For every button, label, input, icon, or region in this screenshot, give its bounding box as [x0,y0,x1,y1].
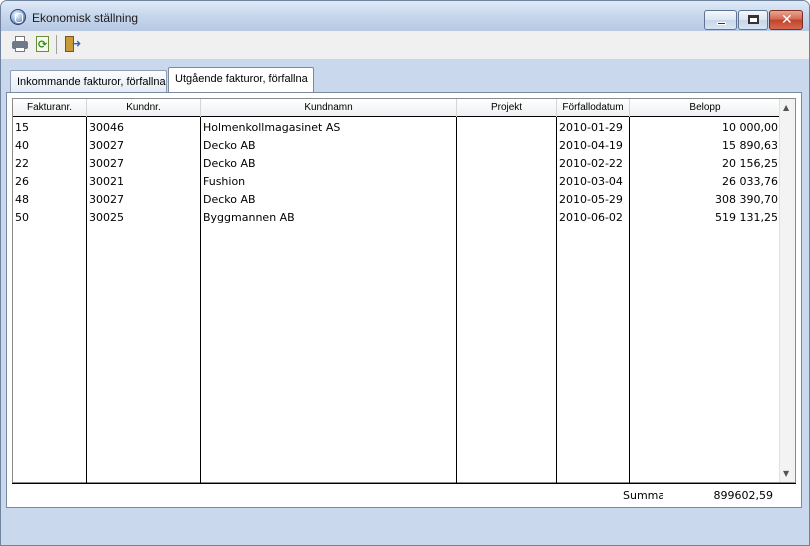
cell-forfallodatum: 2010-02-22 [559,157,623,170]
cell-fakturanr: 50 [15,211,29,224]
table-row[interactable]: 26 30021 Fushion 2010-03-04 26 033,76 [13,173,780,191]
tab-incoming-invoices[interactable]: Inkommande fakturor, förfallna [10,70,167,92]
tab-panel: Fakturanr. Kundnr. Kundnamn Projekt Förf… [6,92,802,508]
cell-projekt [459,173,555,191]
cell-kundnamn: Holmenkollmagasinet AS [203,121,341,134]
table-row[interactable]: 15 30046 Holmenkollmagasinet AS 2010-01-… [13,119,780,137]
summa-label: Summa [623,489,663,502]
cell-kundnamn: Decko AB [203,157,256,170]
cell-belopp: 26 033,76 [722,175,778,188]
app-logo-icon [10,9,26,25]
exit-icon[interactable]: ➜ [63,35,81,53]
cell-kundnr: 30025 [89,211,124,224]
cell-forfallodatum: 2010-05-29 [559,193,623,206]
cell-kundnamn: Decko AB [203,139,256,152]
main-window: Ekonomisk ställning ✕ ⟳ ➜ Inkommande fak… [0,0,810,546]
scroll-up-icon[interactable]: ▲ [783,103,789,112]
column-header-fakturanr[interactable]: Fakturanr. [13,99,87,117]
minimize-icon [717,22,726,25]
table-row[interactable]: 48 30027 Decko AB 2010-05-29 308 390,70 [13,191,780,209]
cell-fakturanr: 40 [15,139,29,152]
close-button[interactable]: ✕ [769,10,803,30]
cell-projekt [459,209,555,227]
column-header-forfallodatum[interactable]: Förfallodatum [557,99,630,117]
column-header-projekt[interactable]: Projekt [457,99,557,117]
column-header-kundnr[interactable]: Kundnr. [87,99,201,117]
cell-forfallodatum: 2010-06-02 [559,211,623,224]
refresh-icon[interactable]: ⟳ [34,35,52,53]
cell-forfallodatum: 2010-01-29 [559,121,623,134]
cell-fakturanr: 48 [15,193,29,206]
footer-divider [12,483,796,484]
cell-belopp: 15 890,63 [722,139,778,152]
scroll-down-icon[interactable]: ▼ [783,469,789,478]
tab-strip: Inkommande fakturor, förfallna Utgående … [1,59,809,93]
cell-belopp: 519 131,25 [715,211,778,224]
toolbar-separator [56,35,57,54]
table-row[interactable]: 50 30025 Byggmannen AB 2010-06-02 519 13… [13,209,780,227]
title-bar[interactable]: Ekonomisk ställning ✕ [1,1,809,31]
cell-kundnr: 30021 [89,175,124,188]
cell-forfallodatum: 2010-03-04 [559,175,623,188]
invoice-table: Fakturanr. Kundnr. Kundnamn Projekt Förf… [12,98,796,483]
cell-kundnr: 30046 [89,121,124,134]
cell-kundnr: 30027 [89,157,124,170]
table-row[interactable]: 40 30027 Decko AB 2010-04-19 15 890,63 [13,137,780,155]
status-bar [1,509,809,545]
cell-projekt [459,119,555,137]
maximize-button[interactable] [738,10,768,30]
cell-kundnamn: Decko AB [203,193,256,206]
tab-outgoing-invoices[interactable]: Utgående fakturor, förfallna [168,67,314,93]
cell-projekt [459,137,555,155]
cell-kundnamn: Byggmannen AB [203,211,295,224]
column-header-belopp[interactable]: Belopp [630,99,780,117]
cell-belopp: 20 156,25 [722,157,778,170]
cell-forfallodatum: 2010-04-19 [559,139,623,152]
cell-kundnr: 30027 [89,139,124,152]
table-header: Fakturanr. Kundnr. Kundnamn Projekt Förf… [13,99,780,117]
cell-fakturanr: 22 [15,157,29,170]
column-header-kundnamn[interactable]: Kundnamn [201,99,457,117]
printer-icon[interactable] [11,35,29,53]
cell-projekt [459,191,555,209]
minimize-button[interactable] [704,10,737,30]
table-row[interactable]: 22 30027 Decko AB 2010-02-22 20 156,25 [13,155,780,173]
cell-fakturanr: 26 [15,175,29,188]
cell-fakturanr: 15 [15,121,29,134]
summa-value: 899602,59 [713,489,774,502]
window-title: Ekonomisk ställning [32,11,139,25]
cell-kundnamn: Fushion [203,175,246,188]
cell-belopp: 10 000,00 [722,121,778,134]
cell-projekt [459,155,555,173]
cell-kundnr: 30027 [89,193,124,206]
toolbar: ⟳ ➜ [1,31,809,59]
vertical-scrollbar[interactable]: ▲ ▼ [779,99,795,482]
close-icon: ✕ [781,12,793,28]
maximize-icon [748,15,759,24]
cell-belopp: 308 390,70 [715,193,778,206]
